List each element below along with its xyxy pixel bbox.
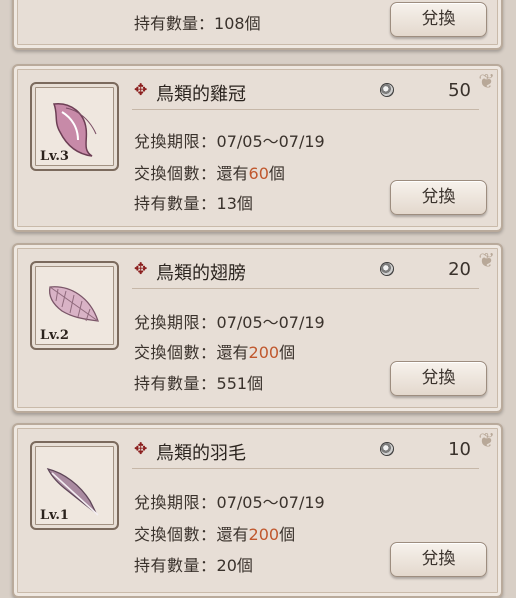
- exchange-button[interactable]: 兌換: [390, 180, 487, 215]
- exchange-item-card: ❦ Lv.1 ✥ 鳥類的羽毛 10 兌換期限：07/05〜07/19 交換個數：…: [12, 423, 503, 598]
- divider: [132, 109, 479, 110]
- item-level: Lv.3: [40, 149, 69, 164]
- coin-icon: [381, 443, 393, 455]
- coin-icon: [381, 263, 393, 275]
- item-thumbnail: Lv.3: [30, 82, 119, 171]
- exchange-item-card: ❦ Lv.3 ✥ 鳥類的雞冠 50 兌換期限：07/05〜07/19 交換個數：…: [12, 64, 503, 232]
- divider: [132, 468, 479, 469]
- exchange-count: 交換個數：還有200個: [134, 343, 296, 362]
- coin-icon: [381, 84, 393, 96]
- exchange-period: 兌換期限：07/05〜07/19: [134, 493, 325, 512]
- exchange-button[interactable]: 兌換: [390, 542, 487, 577]
- exchange-item-card-partial: 持有數量：108個 兌換: [12, 0, 503, 50]
- cross-icon: ✥: [134, 259, 148, 278]
- owned-count: 持有數量：20個: [134, 556, 253, 575]
- exchange-period: 兌換期限：07/05〜07/19: [134, 313, 325, 332]
- item-header: ✥ 鳥類的翅膀 20: [132, 257, 483, 285]
- item-level: Lv.1: [40, 508, 69, 523]
- item-level: Lv.2: [40, 328, 69, 343]
- exchange-item-card: ❦ Lv.2 ✥ 鳥類的翅膀 20 兌換期限：07/05〜07/19 交換個數：…: [12, 243, 503, 413]
- owned-count: 持有數量：108個: [134, 14, 261, 33]
- item-price: 50: [448, 80, 471, 101]
- cross-icon: ✥: [134, 80, 148, 99]
- owned-count: 持有數量：13個: [134, 194, 253, 213]
- exchange-period: 兌換期限：07/05〜07/19: [134, 132, 325, 151]
- item-thumbnail: Lv.1: [30, 441, 119, 530]
- item-name: 鳥類的雞冠: [156, 84, 246, 105]
- item-thumbnail: Lv.2: [30, 261, 119, 350]
- divider: [132, 288, 479, 289]
- item-name: 鳥類的翅膀: [156, 263, 246, 284]
- exchange-count: 交換個數：還有60個: [134, 164, 285, 183]
- item-name: 鳥類的羽毛: [156, 443, 246, 464]
- item-price: 10: [448, 439, 471, 460]
- exchange-count: 交換個數：還有200個: [134, 525, 296, 544]
- exchange-button[interactable]: 兌換: [390, 361, 487, 396]
- owned-count: 持有數量：551個: [134, 374, 264, 393]
- cross-icon: ✥: [134, 439, 148, 458]
- exchange-button[interactable]: 兌換: [390, 2, 487, 37]
- item-header: ✥ 鳥類的雞冠 50: [132, 78, 483, 106]
- item-price: 20: [448, 259, 471, 280]
- item-header: ✥ 鳥類的羽毛 10: [132, 437, 483, 465]
